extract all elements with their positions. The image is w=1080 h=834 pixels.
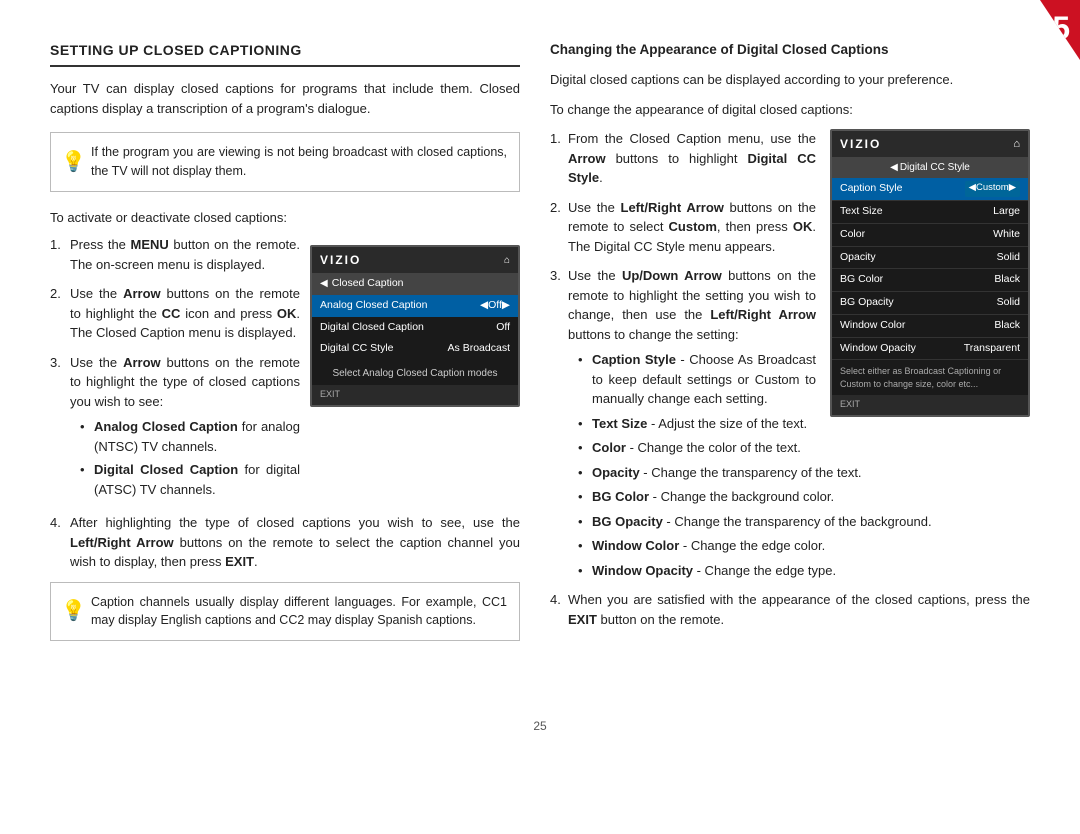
- arrow-bold-2: Arrow: [123, 286, 161, 301]
- tv-screenshot-left: VIZIO ⌂ ◀ Closed Caption Analog Closed C…: [310, 245, 520, 407]
- note-text-1: If the program you are viewing is not be…: [91, 145, 507, 178]
- left-step-3: 3. Use the Arrow buttons on the remote t…: [50, 353, 300, 500]
- tv-exit-left: EXIT: [312, 385, 518, 405]
- right-step-num-4: 4.: [550, 590, 561, 610]
- right-bullet-bg-color: BG Color - Change the background color.: [578, 487, 1030, 507]
- bulb-icon-1: 💡: [61, 147, 86, 177]
- tv-digital-value: Off: [496, 320, 510, 336]
- left-column: SETTING UP CLOSED CAPTIONING Your TV can…: [50, 40, 520, 657]
- tv-home-icon-left: ⌂: [504, 253, 510, 268]
- step-num-1: 1.: [50, 235, 61, 255]
- right-bullet-opacity: Opacity - Change the transparency of the…: [578, 463, 1030, 483]
- cc-bold: CC: [162, 306, 181, 321]
- right-column: Changing the Appearance of Digital Close…: [550, 40, 1030, 657]
- section-title: SETTING UP CLOSED CAPTIONING: [50, 40, 520, 67]
- right-step-1: 1. From the Closed Caption menu, use the…: [550, 129, 1030, 188]
- page-footer-number: 25: [533, 719, 546, 733]
- left-step-1: 1. Press the MENU button on the remote. …: [50, 235, 300, 274]
- tv-analog-label: Analog Closed Caption: [320, 298, 427, 314]
- note-box-2: 💡 Caption channels usually display diffe…: [50, 582, 520, 642]
- step-num-3: 3.: [50, 353, 61, 373]
- step4-list: 4. After highlighting the type of closed…: [50, 513, 520, 572]
- left-step-2: 2. Use the Arrow buttons on the remote t…: [50, 284, 300, 343]
- left-step-4: 4. After highlighting the type of closed…: [50, 513, 520, 572]
- tv-header-left: VIZIO ⌂: [312, 247, 518, 273]
- left-steps-list: 1. Press the MENU button on the remote. …: [50, 235, 300, 499]
- tv-arrow-left: ◀: [320, 276, 328, 291]
- type-bullets: Analog Closed Caption for analog (NTSC) …: [80, 417, 300, 499]
- menu-bold: MENU: [131, 237, 169, 252]
- tv-menu-analog: Analog Closed Caption ◀Off▶: [312, 295, 518, 317]
- right-bullets: Caption Style - Choose As Broadcast to k…: [578, 350, 1030, 580]
- tv-nav-bar-left: ◀ Closed Caption: [312, 273, 518, 295]
- right-section-title: Changing the Appearance of Digital Close…: [550, 40, 1030, 60]
- page-footer: 25: [0, 717, 1080, 751]
- step-num-4: 4.: [50, 513, 61, 533]
- note-text-2: Caption channels usually display differe…: [91, 595, 507, 628]
- bullet-analog: Analog Closed Caption for analog (NTSC) …: [80, 417, 300, 456]
- right-intro-2: To change the appearance of digital clos…: [550, 100, 1030, 120]
- tv-digital-label: Digital Closed Caption: [320, 320, 424, 336]
- right-steps-list: 1. From the Closed Caption menu, use the…: [550, 129, 1030, 629]
- tv-analog-value: ◀Off▶: [480, 298, 510, 314]
- tv-menu-digital: Digital Closed Caption Off: [312, 317, 518, 339]
- activate-label: To activate or deactivate closed caption…: [50, 208, 520, 228]
- right-step-4: 4. When you are satisfied with the appea…: [550, 590, 1030, 629]
- note-box-1: 💡 If the program you are viewing is not …: [50, 132, 520, 192]
- tv-style-value: As Broadcast: [448, 341, 510, 357]
- bulb-icon-2: 💡: [61, 596, 86, 626]
- tv-caption-left: Select Analog Closed Caption modes: [312, 360, 518, 385]
- tv-style-label: Digital CC Style: [320, 341, 394, 357]
- tv-logo-left: VIZIO: [320, 251, 361, 269]
- right-intro-1: Digital closed captions can be displayed…: [550, 70, 1030, 90]
- right-step-num-1: 1.: [550, 129, 561, 149]
- right-bullet-window-color: Window Color - Change the edge color.: [578, 536, 1030, 556]
- right-step-num-3: 3.: [550, 266, 561, 286]
- step-num-2: 2.: [50, 284, 61, 304]
- right-step-num-2: 2.: [550, 198, 561, 218]
- tv-nav-label-left: Closed Caption: [332, 276, 404, 292]
- ok-bold-2: OK: [277, 306, 297, 321]
- right-bullet-text-size: Text Size - Adjust the size of the text.: [578, 414, 1030, 434]
- right-bullet-window-opacity: Window Opacity - Change the edge type.: [578, 561, 1030, 581]
- bullet-digital: Digital Closed Caption for digital (ATSC…: [80, 460, 300, 499]
- intro-text: Your TV can display closed captions for …: [50, 79, 520, 118]
- right-step-2: 2. Use the Left/Right Arrow buttons on t…: [550, 198, 1030, 257]
- right-bullet-color: Color - Change the color of the text.: [578, 438, 1030, 458]
- right-bullet-caption-style: Caption Style - Choose As Broadcast to k…: [578, 350, 1030, 409]
- tv-menu-style: Digital CC Style As Broadcast: [312, 338, 518, 360]
- right-step-3: 3. Use the Up/Down Arrow buttons on the …: [550, 266, 1030, 580]
- arrow-bold-3: Arrow: [123, 355, 161, 370]
- right-bullet-bg-opacity: BG Opacity - Change the transparency of …: [578, 512, 1030, 532]
